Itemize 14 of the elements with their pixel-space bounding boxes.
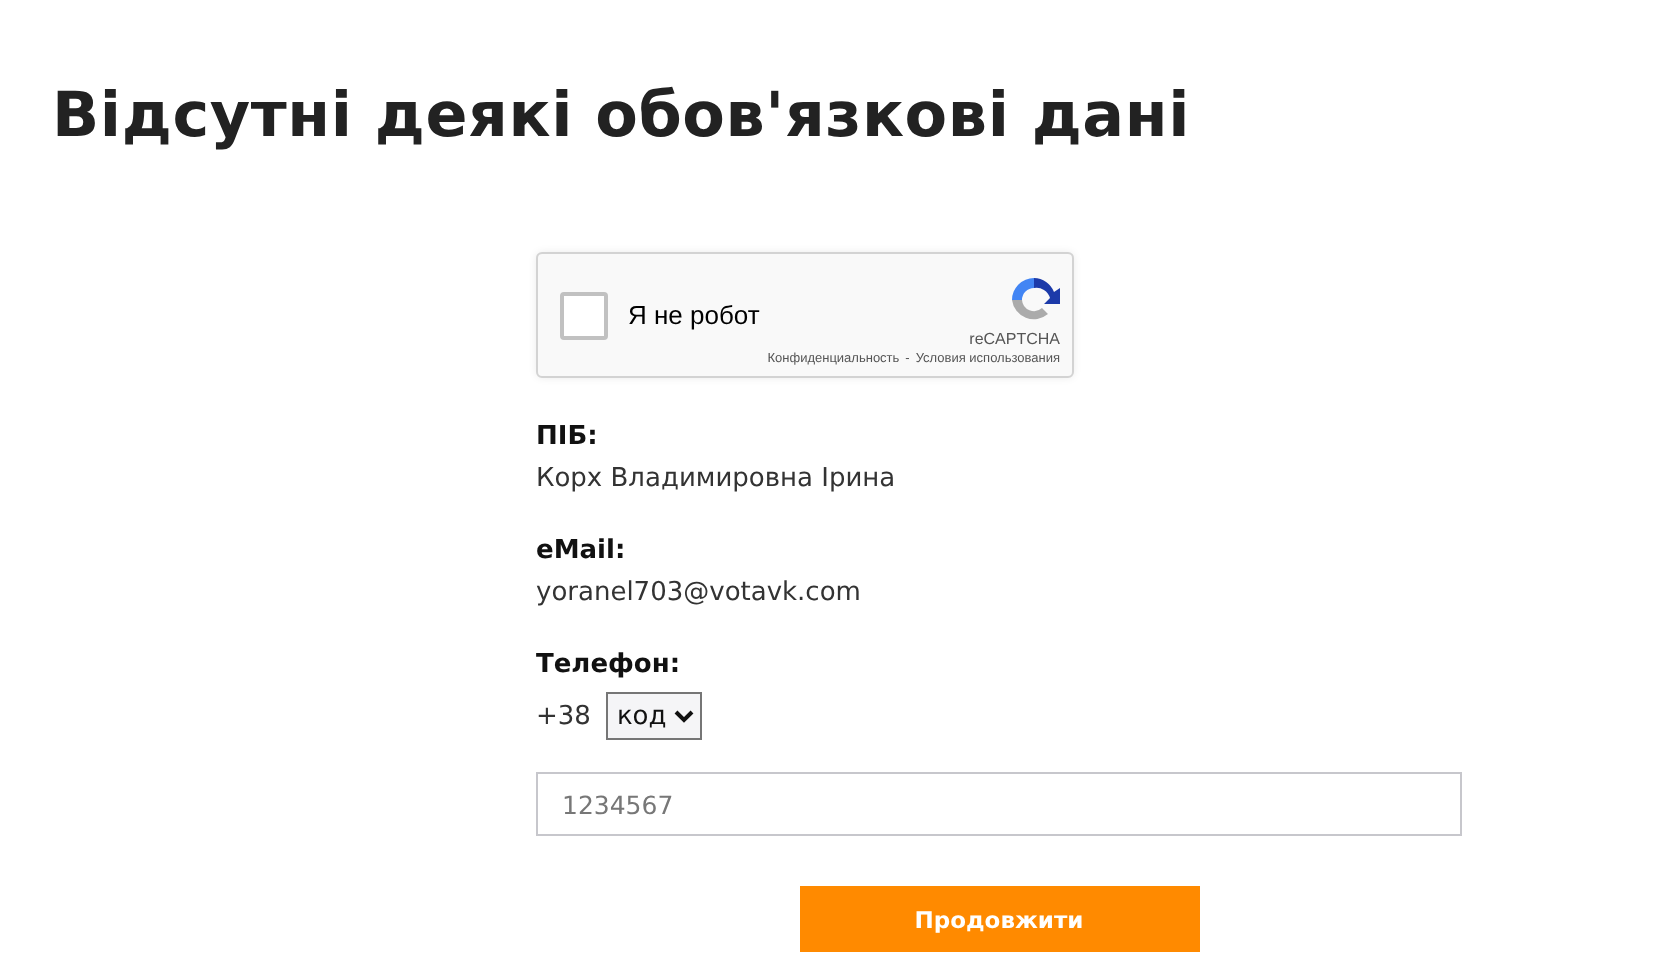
field-value: yoranel703@votavk.com <box>536 578 863 608</box>
field-label: eMail: <box>536 536 628 566</box>
field-value: Корх Владимировна Ірина <box>536 464 898 494</box>
captcha-checkbox[interactable] <box>560 291 608 339</box>
field-label: ПІБ: <box>536 422 600 452</box>
chevron-down-icon <box>674 708 695 724</box>
recaptcha-logo-icon <box>1008 273 1060 325</box>
recaptcha-brand: reCAPTCHA <box>969 329 1060 347</box>
page-title: Відсутні деякі обов'язкові дані <box>52 78 1193 156</box>
phone-input-field[interactable]: 1234567 <box>536 772 1462 836</box>
captcha-label: Я не робот <box>628 300 760 330</box>
field-label: Телефон: <box>536 650 683 680</box>
phone-prefix: +38 <box>536 701 591 731</box>
code-select[interactable]: код <box>606 692 703 740</box>
